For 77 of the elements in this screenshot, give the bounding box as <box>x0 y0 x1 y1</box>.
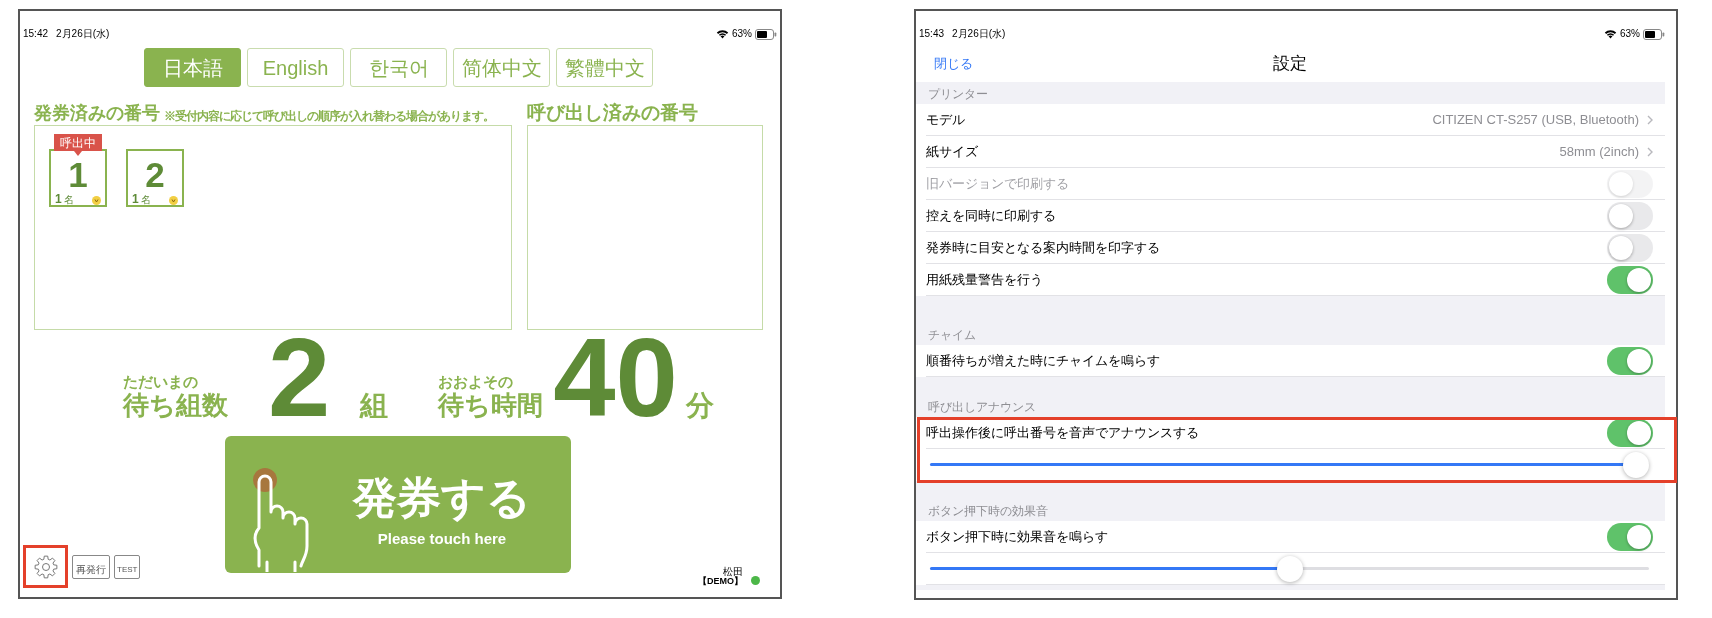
toggle-switch[interactable] <box>1607 522 1653 551</box>
mode-label: 【DEMO】 <box>698 577 743 586</box>
toggle-switch[interactable] <box>1607 233 1653 262</box>
close-button[interactable]: 閉じる <box>934 56 973 70</box>
slider-thumb[interactable] <box>1276 555 1303 582</box>
language-tab[interactable]: 日本語 <box>144 48 241 87</box>
setting-label: 用紙残量警告を行う <box>926 273 1043 286</box>
setting-label: 呼出操作後に呼出番号を音声でアナウンスする <box>926 426 1199 439</box>
toggle-switch[interactable] <box>1607 346 1653 375</box>
party-unit: 名 <box>140 195 151 205</box>
group-header: プリンター <box>928 88 988 100</box>
battery-percent: 63% <box>1620 29 1640 39</box>
group-header: 呼び出しアナウンス <box>928 401 1036 413</box>
battery-icon <box>755 28 777 40</box>
group-header: チャイム <box>928 329 976 341</box>
waiting-groups-count: 2 <box>268 336 331 420</box>
toggle-switch[interactable] <box>1607 265 1653 294</box>
party-unit: 名 <box>63 195 74 205</box>
section-heading: 呼び出し済みの番号 <box>527 103 698 122</box>
language-tab[interactable]: English <box>247 48 344 87</box>
status-date: 2月26日(水) <box>952 29 1006 39</box>
wifi-icon <box>716 29 729 39</box>
unit-text: 分 <box>685 392 714 420</box>
settings-button[interactable] <box>23 545 68 588</box>
section-heading: 発券済みの番号 <box>34 104 160 122</box>
setting-row[interactable]: モデル CITIZEN CT-S257 (USB, Bluetooth) <box>916 104 1665 136</box>
setting-label: 紙サイズ <box>926 145 978 158</box>
wifi-icon <box>1604 29 1617 39</box>
settings-icon <box>33 554 58 579</box>
setting-label: 順番待ちが増えた時にチャイムを鳴らす <box>926 354 1160 367</box>
reissue-button[interactable]: 再発行 <box>72 554 110 579</box>
setting-value: 58mm (2inch) <box>1559 145 1639 158</box>
issue-ticket-button[interactable]: 発券する Please touch here <box>225 436 571 573</box>
label-pointer <box>74 151 82 156</box>
language-tab[interactable]: 한국어 <box>350 48 447 87</box>
group-header: ボタン押下時の効果音 <box>928 505 1048 517</box>
page-title: 設定 <box>1273 54 1308 72</box>
dot-icon <box>92 196 101 205</box>
hand-icon <box>251 466 311 572</box>
unit-text: 組 <box>360 392 389 420</box>
test-print-button[interactable]: TEST <box>114 554 140 579</box>
caption-text: ただいまの <box>123 374 199 389</box>
volume-slider[interactable] <box>930 555 1649 582</box>
toggle-switch[interactable] <box>1607 201 1653 230</box>
caption-text: おおよその <box>438 374 515 389</box>
waiting-minutes: 40 <box>553 336 678 420</box>
status-date: 2月26日(水) <box>56 29 110 39</box>
toggle-switch[interactable] <box>1607 418 1653 447</box>
party-size: 1 <box>55 193 62 205</box>
setting-label: 旧バージョンで印刷する <box>926 177 1069 190</box>
ticket-card[interactable]: 1 1 名 <box>49 149 107 207</box>
setting-label: モデル <box>926 113 965 126</box>
ticket-card[interactable]: 2 1 名 <box>126 149 184 207</box>
chevron-right-icon <box>1647 146 1653 157</box>
dot-icon <box>169 196 178 205</box>
user-name: 松田 <box>723 567 743 577</box>
language-tab[interactable]: 繁體中文 <box>556 48 653 87</box>
party-size: 1 <box>132 193 139 205</box>
volume-slider[interactable] <box>930 451 1649 478</box>
setting-value: CITIZEN CT-S257 (USB, Bluetooth) <box>1432 113 1639 126</box>
setting-label: 控えを同時に印刷する <box>926 209 1056 222</box>
order-note: ※受付内容に応じて呼び出しの順序が入れ替わる場合があります。 <box>164 110 494 122</box>
stat-label: 待ち組数 <box>123 392 228 418</box>
chevron-right-icon <box>1647 114 1653 125</box>
setting-label: ボタン押下時に効果音を鳴らす <box>926 530 1108 543</box>
calling-label: 呼出中 <box>54 134 102 151</box>
status-time: 15:42 <box>23 29 49 39</box>
status-time: 15:43 <box>919 29 945 39</box>
ticket-number: 1 <box>67 157 89 192</box>
language-tab[interactable]: 简体中文 <box>453 48 550 87</box>
stat-label: 待ち時間 <box>438 392 544 418</box>
battery-percent: 63% <box>732 29 752 39</box>
battery-icon <box>1643 28 1665 40</box>
setting-label: 発券時に目安となる案内時間を印字する <box>926 241 1160 254</box>
setting-row[interactable]: 紙サイズ 58mm (2inch) <box>916 136 1665 168</box>
ticket-number: 2 <box>144 157 166 192</box>
slider-thumb[interactable] <box>1623 451 1649 478</box>
